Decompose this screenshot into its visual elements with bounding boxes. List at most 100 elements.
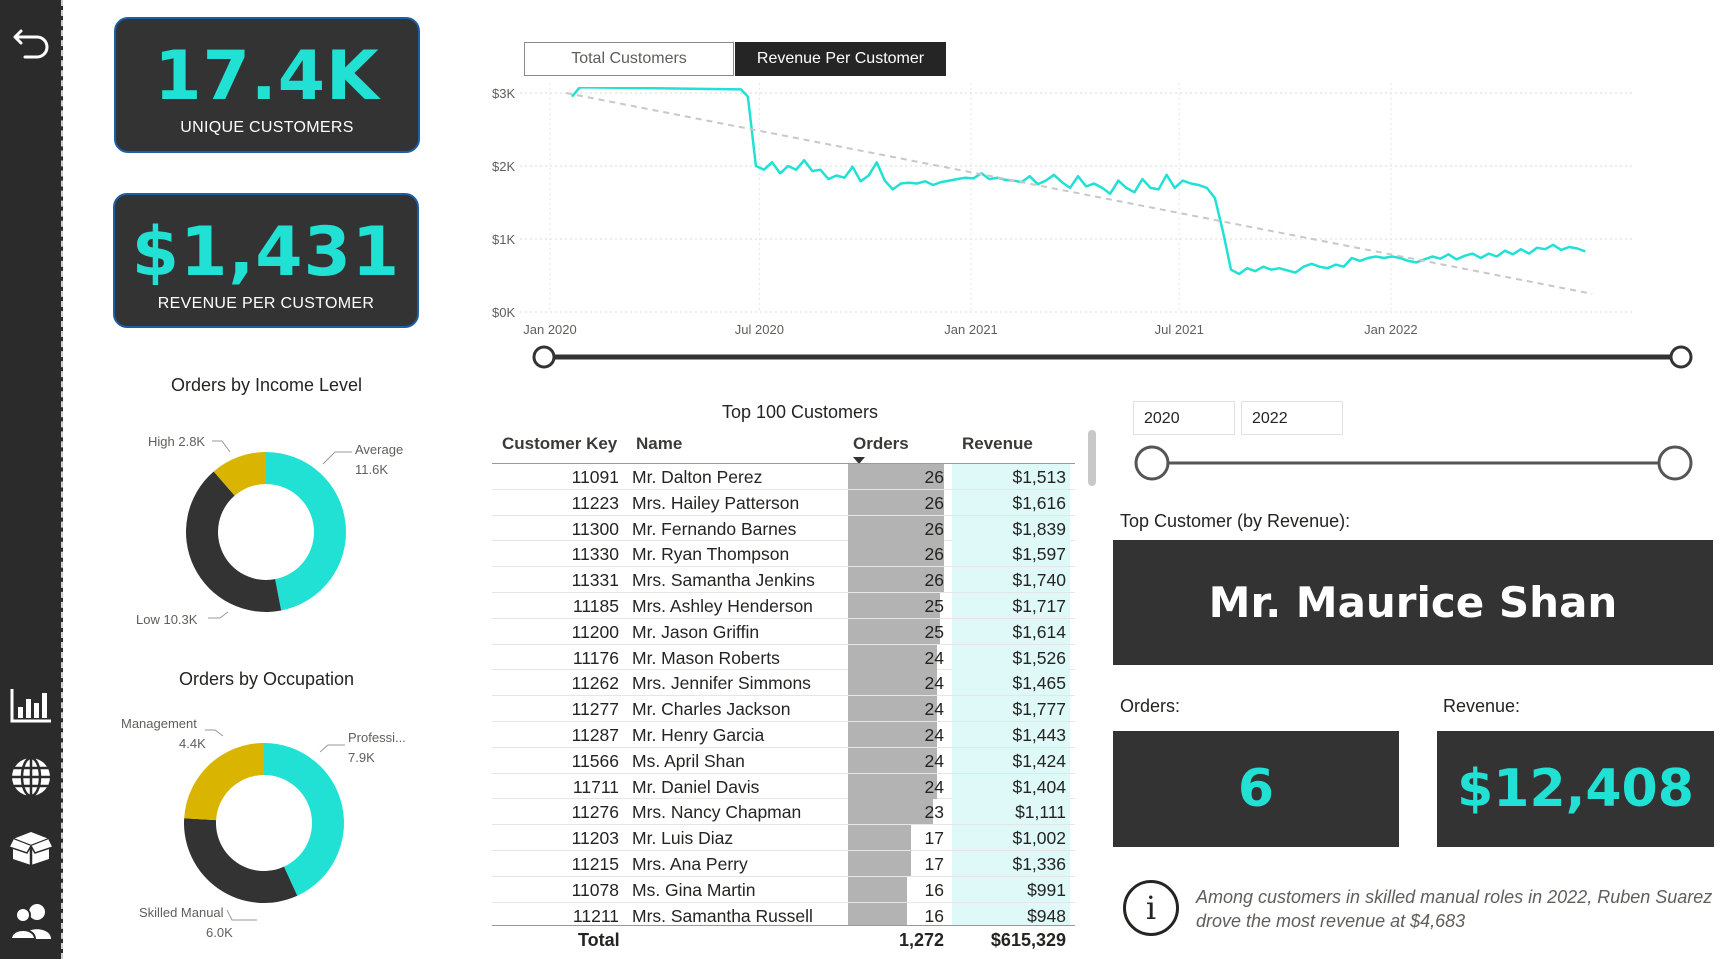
unique-customers-card: 17.4K UNIQUE CUSTOMERS [114,17,420,153]
year-slider-handle-end[interactable] [1657,445,1693,481]
tab-total-customers[interactable]: Total Customers [524,42,734,76]
revenue-cell: $1,443 [1012,724,1066,745]
orders-cell: 26 [924,518,944,539]
year-slider-handle-start[interactable] [1134,445,1170,481]
revenue-cell: $948 [1027,905,1066,925]
occupation-slice-skilled-manual[interactable] [183,818,298,903]
table-scrollbar[interactable] [1088,430,1096,486]
globe-icon[interactable] [6,752,56,802]
table-row[interactable]: 11287 Mr. Henry Garcia 24 $1,443 [492,721,1075,748]
name-cell: Mr. Dalton Perez [632,467,763,487]
name-cell: Mr. Mason Roberts [632,647,780,668]
date-range-slider[interactable] [530,340,1700,374]
table-row[interactable]: 11262 Mrs. Jennifer Simmons 24 $1,465 [492,670,1075,697]
donut-label-average-value: 11.6K [355,462,389,477]
insight-line-2: drove the most revenue at $4,683 [1196,911,1466,931]
slider-handle-end[interactable] [1669,345,1693,369]
orders-cell: 24 [924,699,944,720]
revenue-cell: $1,002 [1012,828,1066,849]
occupation-donut-title: Orders by Occupation [178,669,355,689]
year-range-slider[interactable] [1130,442,1695,484]
name-cell: Mrs. Samantha Jenkins [632,570,815,591]
name-cell: Mrs. Jennifer Simmons [632,673,811,694]
kpi-value: 17.4K [154,37,380,116]
table-row[interactable]: 11091 Mr. Dalton Perez 26 $1,513 [492,464,1075,490]
revenue-cell: $1,526 [1012,647,1066,668]
name-cell: Ms. April Shan [632,750,745,771]
revenue-per-customer-line-chart[interactable]: $0K $1K $2K $3K Jan 2020 Jul 2020 Jan 2021 Jul … [480,76,1705,338]
year-to-input[interactable]: 2022 [1241,401,1343,435]
table-row[interactable]: 11330 Mr. Ryan Thompson 26 $1,597 [492,541,1075,568]
customer-key-cell: 11185 [572,595,619,616]
name-cell: Ms. Gina Martin [632,879,756,900]
name-cell: Mrs. Hailey Patterson [632,492,800,513]
table-row[interactable]: 11203 Mr. Luis Diaz 17 $1,002 [492,825,1075,851]
left-nav [0,0,63,959]
orders-cell: 25 [924,621,944,642]
table-title: Top 100 Customers [721,402,879,422]
box-icon[interactable] [6,822,56,872]
name-cell: Mr. Jason Griffin [632,621,760,642]
donut-label-skilled-value: 6.0K [206,925,233,940]
revenue-cell: $1,777 [1012,699,1066,720]
table-row[interactable]: 11185 Mrs. Ashley Henderson 25 $1,717 [492,592,1075,619]
insight-line-1: Among customers in skilled manual roles … [1196,887,1713,907]
donut-leader-line [319,744,345,753]
orders-label: Orders: [1120,696,1181,716]
income-donut-chart[interactable] [140,430,390,630]
users-icon[interactable] [6,896,56,946]
table-row[interactable]: 11711 Mr. Daniel Davis 24 $1,404 [492,773,1075,800]
table-row[interactable]: 11300 Mr. Fernando Barnes 26 $1,839 [492,515,1075,542]
donut-label-low: Low 10.3K [136,612,198,627]
customer-key-cell: 11276 [571,802,619,823]
revenue-label: Revenue: [1443,696,1521,716]
donut-label-high: High 2.8K [148,434,206,449]
table-row[interactable]: 11566 Ms. April Shan 24 $1,424 [492,747,1075,774]
total-label: Total [578,930,620,950]
revenue-series-line [570,87,1586,276]
slider-handle-start[interactable] [532,345,556,369]
y-tick-label: $3K [492,86,515,101]
top-customer-orders: 6 [1113,731,1399,847]
orders-cell: 26 [924,467,944,487]
customer-key-cell: 11262 [571,673,619,694]
table-row[interactable]: 11223 Mrs. Hailey Patterson 26 $1,616 [492,489,1075,516]
donut-leader-line [322,451,352,465]
name-cell: Mr. Luis Diaz [632,828,734,849]
revenue-cell: $1,465 [1012,673,1066,694]
total-revenue: $615,329 [990,930,1066,950]
table-row[interactable]: 11276 Mrs. Nancy Chapman 23 $1,111 [492,799,1075,826]
table-row[interactable]: 11211 Mrs. Samantha Russell 16 $948 [492,902,1075,925]
orders-cell: 24 [924,673,944,694]
donut-leader-line [205,729,224,737]
customer-key-cell: 11223 [571,492,619,513]
income-donut-title: Orders by Income Level [170,375,363,395]
orders-cell: 24 [924,724,944,745]
income-slice-average[interactable] [266,452,346,611]
table-row[interactable]: 11277 Mr. Charles Jackson 24 $1,777 [492,696,1075,722]
name-cell: Mrs. Samantha Russell [632,905,813,925]
donut-label-management: Management [121,716,197,731]
orders-cell: 24 [924,647,944,668]
orders-cell: 26 [924,544,944,565]
table-row[interactable]: 11176 Mr. Mason Roberts 24 $1,526 [492,644,1075,671]
orders-cell: 26 [924,570,944,591]
revenue-cell: $1,513 [1012,467,1066,487]
customer-key-cell: 11330 [571,544,619,565]
table-row[interactable]: 11078 Ms. Gina Martin 16 $991 [492,876,1075,903]
revenue-cell: $1,336 [1012,853,1066,874]
name-cell: Mrs. Ashley Henderson [632,595,813,616]
table-row[interactable]: 11200 Mr. Jason Griffin 25 $1,614 [492,618,1075,645]
bar-chart-icon[interactable] [6,680,56,730]
table-row[interactable]: 11331 Mrs. Samantha Jenkins 26 $1,740 [492,567,1075,593]
revenue-cell: $1,740 [1012,570,1066,591]
trend-line [565,92,1593,295]
revenue-cell: $1,839 [1012,518,1066,539]
occupation-slice-management[interactable] [184,743,264,821]
table-row[interactable]: 11215 Mrs. Ana Perry 17 $1,336 [492,850,1075,877]
year-from-input[interactable]: 2020 [1133,401,1235,435]
tab-revenue-per-customer[interactable]: Revenue Per Customer [735,42,946,76]
revenue-cell: $1,616 [1012,492,1066,513]
back-arrow-icon[interactable] [6,14,56,64]
customer-key-cell: 11215 [571,853,619,874]
